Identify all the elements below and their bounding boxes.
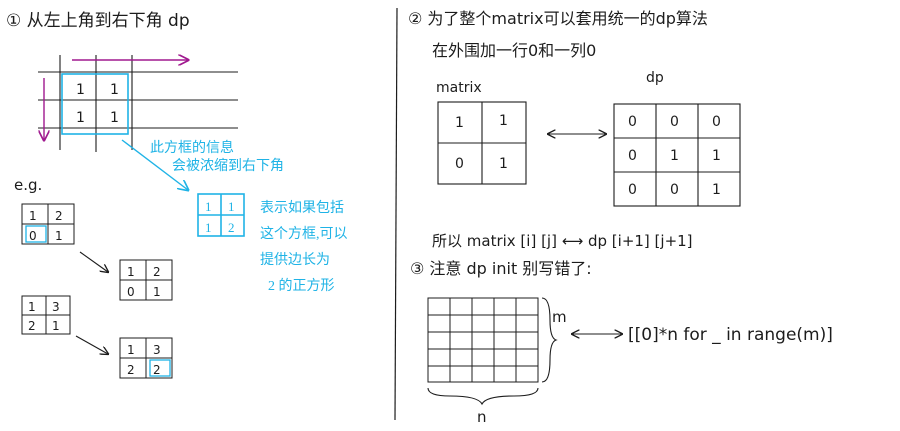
matrix-cell: 1	[499, 113, 508, 129]
section3-heading: ③ 注意 dp init 别写错了:	[410, 259, 592, 278]
result-cell: 1	[228, 199, 235, 214]
result-grid-values: 1 1 1 2	[205, 199, 235, 235]
result-note-line: 提供边长为	[260, 252, 330, 268]
result-note: 表示如果包括 这个方框,可以 提供边长为 2 的正方形	[260, 200, 348, 294]
dp-cell: 1	[712, 148, 721, 164]
section2-heading-line2: 在外围加一行0和一列0	[432, 41, 596, 60]
ex-cell: 2	[55, 209, 63, 223]
ex-cell: 2	[127, 363, 135, 377]
ex-cell: 2	[28, 319, 36, 333]
dp-cell: 1	[670, 148, 679, 164]
matrix-cell: 1	[499, 156, 508, 172]
m-label: m	[552, 308, 567, 326]
dp-cell: 0	[712, 114, 721, 130]
ex-cell: 1	[127, 265, 135, 279]
section2-heading-line1: ② 为了整个matrix可以套用统一的dp算法	[408, 9, 708, 28]
ex-cell: 0	[29, 229, 37, 243]
diagram-canvas: ① 从左上角到右下角 dp 1 1 1 1 此方框的信息 会被浓缩到右下角 1 …	[0, 0, 900, 431]
grid-cell: 1	[110, 110, 119, 126]
result-cell: 2	[228, 220, 235, 235]
ex-cell: 3	[153, 343, 161, 357]
ex-cell: 3	[52, 300, 60, 314]
main-grid-values: 1 1 1 1	[76, 82, 119, 126]
dp-label: dp	[646, 70, 664, 86]
ex-cell: 2	[153, 265, 161, 279]
result-cell: 1	[205, 199, 212, 214]
matrix-label: matrix	[436, 80, 482, 96]
ex-cell: 0	[127, 285, 135, 299]
ex-cell: 1	[52, 319, 60, 333]
dp-cell: 1	[712, 182, 721, 198]
grid-cell: 1	[76, 110, 85, 126]
example2-arrow	[75, 335, 108, 354]
dp-cell: 0	[628, 182, 637, 198]
n-label: n	[477, 408, 487, 426]
dp-cell: 0	[628, 114, 637, 130]
diagram-svg: ① 从左上角到右下角 dp 1 1 1 1 此方框的信息 会被浓缩到右下角 1 …	[6, 7, 833, 426]
matrix-cell: 1	[455, 115, 464, 131]
dp-values: 0 0 0 0 1 1 0 0 1	[628, 114, 721, 198]
box-annotation-line1: 此方框的信息	[150, 139, 234, 156]
result-note-line: 2 的正方形	[268, 278, 335, 294]
init-code: [[0]*n for _ in range(m)]	[628, 325, 833, 345]
dp-cell: 0	[670, 114, 679, 130]
vertical-divider	[394, 7, 398, 421]
ex-cell: 1	[29, 209, 37, 223]
grid-cell: 1	[110, 82, 119, 98]
dp-cell: 0	[670, 182, 679, 198]
grid-cell: 1	[76, 82, 85, 98]
result-note-line: 这个方框,可以	[260, 225, 348, 242]
ex-cell: 1	[153, 285, 161, 299]
box-annotation-line2: 会被浓缩到右下角	[172, 158, 284, 174]
mn-grid	[427, 297, 539, 383]
section1-heading: ① 从左上角到右下角 dp	[6, 11, 190, 31]
example1-arrow	[79, 251, 108, 272]
ex-cell: 1	[55, 229, 63, 243]
n-brace	[427, 387, 539, 406]
matrix-grid	[437, 101, 527, 185]
ex-cell: 1	[28, 300, 36, 314]
matrix-cell: 0	[455, 156, 464, 172]
index-mapping: 所以 matrix [i] [j] ⟷ dp [i+1] [j+1]	[432, 232, 693, 250]
eg-label: e.g.	[14, 176, 42, 194]
main-grid	[38, 55, 238, 152]
ex-cell: 2	[153, 363, 161, 377]
dp-cell: 0	[628, 148, 637, 164]
result-cell: 1	[205, 220, 212, 235]
ex-cell: 1	[127, 343, 135, 357]
result-note-line: 表示如果包括	[260, 200, 344, 216]
